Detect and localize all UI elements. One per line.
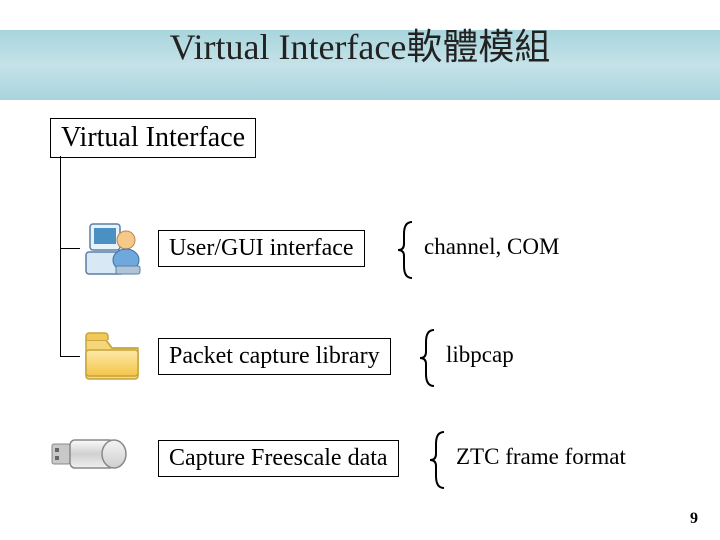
row2-detail: libpcap: [446, 342, 514, 368]
brace-1: [396, 220, 418, 280]
row3-box: Capture Freescale data: [158, 440, 399, 477]
brace-3: [428, 430, 450, 490]
row2-box: Packet capture library: [158, 338, 391, 375]
row3-detail: ZTC frame format: [456, 444, 626, 470]
brace-2: [418, 328, 440, 388]
connector-vline: [60, 156, 61, 356]
root-box: Virtual Interface: [50, 118, 256, 158]
row3-label: Capture Freescale data: [169, 445, 388, 471]
page-number: 9: [690, 510, 698, 528]
connector-h1: [60, 248, 80, 249]
connector-h2: [60, 356, 80, 357]
root-label: Virtual Interface: [61, 122, 245, 153]
slide-title: Virtual Interface軟體模組: [0, 18, 720, 70]
row1-box: User/GUI interface: [158, 230, 365, 267]
row1-detail: channel, COM: [424, 234, 559, 260]
user-gui-icon: [80, 216, 144, 280]
row1-label: User/GUI interface: [169, 235, 354, 261]
usb-icon: [50, 430, 114, 494]
folder-icon: [80, 322, 144, 386]
row2-label: Packet capture library: [169, 343, 380, 369]
